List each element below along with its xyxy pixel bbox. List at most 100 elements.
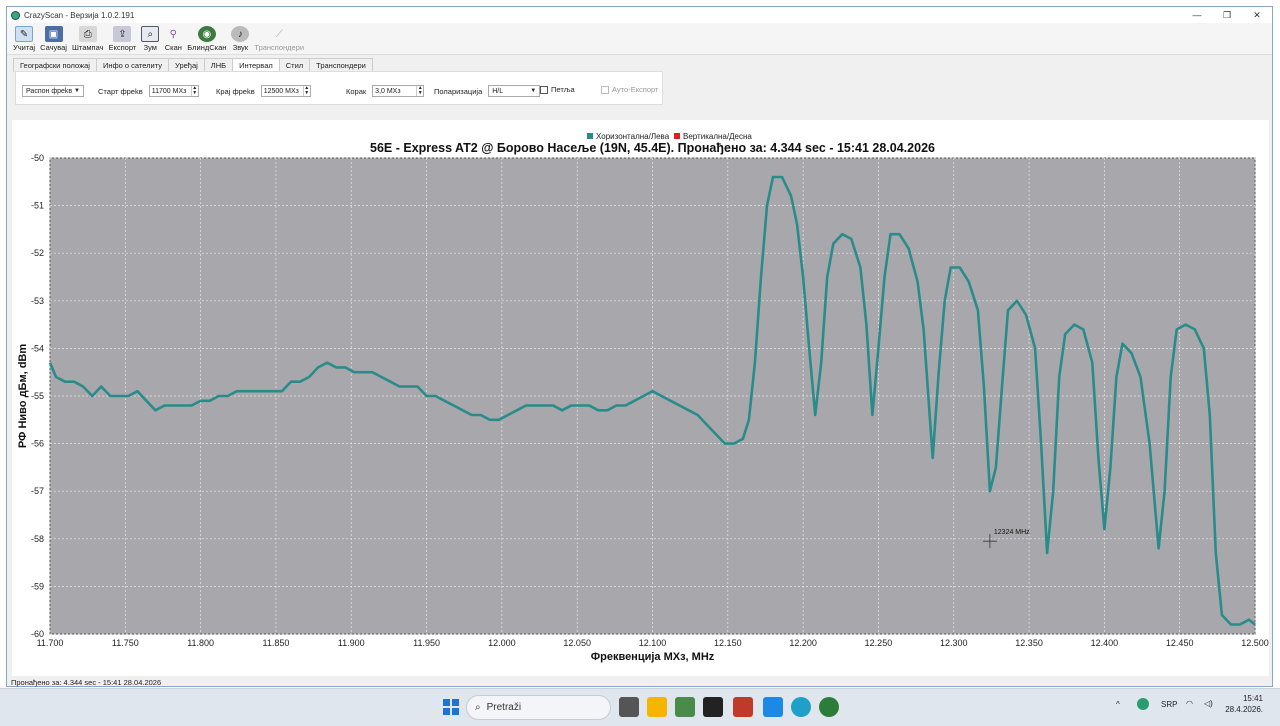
status-bar: Пронађено за: 4.344 sec - 15:41 28.04.20… [11,678,162,687]
sound-button[interactable]: ♪ Звук [231,26,250,54]
loop-checkbox[interactable]: Петља [540,85,575,94]
tab-lnb[interactable]: ЛНБ [203,58,234,72]
x-tick-label: 11.950 [413,638,440,648]
step-label: Корак [346,86,367,96]
transponders-button[interactable]: ⟋ Транспондери [254,26,304,54]
edge-browser-icon[interactable] [791,697,811,717]
solitaire-icon[interactable] [703,697,723,717]
calculator-icon[interactable] [763,697,783,717]
x-tick-label: 12.200 [789,638,817,648]
x-tick-label: 11.700 [37,638,64,648]
app-window: CrazyScan - Верзија 1.0.2.191 — ❐ ✕ ✎ Учи… [6,6,1273,687]
file-explorer-icon[interactable] [647,697,667,717]
save-button[interactable]: ▣ Сачувај [40,26,67,54]
end-freq-group: Крај фреkв 12500 MXз ▲ ▼ [216,85,311,97]
spin-arrows-icon[interactable]: ▲ ▼ [190,86,198,96]
printer-button[interactable]: ⎙ Штампач [72,26,104,54]
polarization-select[interactable]: H/L ▼ [488,85,541,97]
crazyscan-taskbar-icon[interactable] [819,697,839,717]
step-input[interactable]: 3,0 MXз ▲ ▼ [372,85,425,97]
zoom-icon: ⌕ [141,26,160,42]
x-tick-label: 12.100 [639,638,667,648]
language-indicator[interactable]: SRP [1161,700,1177,709]
export-icon: ⇪ [113,26,132,42]
clock[interactable]: 15:41 28.4.2026. [1221,693,1263,715]
scan-button[interactable]: ⚲ Скан [164,26,182,54]
y-tick-label: -60 [31,629,44,639]
step-group: Корак 3,0 MXз ▲ ▼ [346,85,425,97]
spin-arrows-icon[interactable]: ▲ ▼ [416,86,423,96]
x-tick-label: 12.000 [488,638,516,648]
onedrive-icon[interactable] [1137,698,1149,710]
tab-strip: Географски положај Инфо о сателиту Уређа… [13,58,1272,72]
tab-style[interactable]: Стил [278,58,311,72]
toolbar: ✎ Учитај ▣ Сачувај ⎙ Штампач ⇪ Експорт ⌕ Зум … [7,23,1272,55]
y-tick-label: -57 [31,486,44,496]
x-tick-label: 12.300 [940,638,968,648]
checkbox-icon[interactable] [601,85,609,94]
minimize-button[interactable]: — [1182,7,1212,23]
x-tick-label: 11.900 [338,638,365,648]
store-icon[interactable] [675,697,695,717]
spin-arrows-icon[interactable]: ▲ ▼ [302,86,310,96]
export-button[interactable]: ⇪ Експорт [109,26,136,54]
start-freq-input[interactable]: 11700 MXз ▲ ▼ [148,85,199,97]
legend-swatch-vertical [674,133,680,139]
autoexport-checkbox[interactable]: Ауто-Експорт [601,85,658,94]
x-tick-label: 12.500 [1241,638,1269,648]
open-button[interactable]: ✎ Учитај [13,26,35,54]
chart-svg[interactable]: 11.700 11.750 11.800 11.850 11.900 11.950 12.0… [12,120,1269,676]
wifi-icon[interactable]: ◠ [1186,699,1193,708]
y-tick-label: -54 [31,343,44,353]
range-select[interactable]: Распон фреkв ▼ [22,85,84,97]
volume-icon[interactable]: ◁) [1204,699,1213,708]
zoom-button[interactable]: ⌕ Зум [141,26,160,54]
y-tick-label: -55 [31,391,44,401]
cards-icon[interactable] [733,697,753,717]
legend-label-horizontal: Хоризонтална/Лева [596,132,670,141]
chevron-down-icon: ▼ [530,88,537,94]
y-tick-label: -58 [31,534,44,544]
blindscan-icon: ◉ [197,26,216,42]
window-title: CrazyScan - Верзија 1.0.2.191 [24,10,135,20]
open-icon: ✎ [15,26,34,42]
end-freq-label: Крај фреkв [216,86,255,96]
blindscan-button[interactable]: ◉ БлиндСкан [187,26,226,54]
sound-icon: ♪ [231,26,250,42]
x-axis-label: Фреквенција MXз, MHz [591,651,715,663]
x-tick-label: 12.450 [1166,638,1194,648]
x-tick-label: 11.850 [263,638,290,648]
interval-panel: Распон фреkв ▼ Старт фреkв 11700 MXз ▲ ▼ Кр… [15,71,663,105]
y-tick-label: -53 [31,296,44,306]
start-icon[interactable] [441,697,461,717]
x-tick-label: 12.350 [1015,638,1043,648]
polarization-group: Поларизација H/L ▼ [434,85,541,97]
app-logo-icon [11,10,20,20]
start-freq-label: Старт фреkв [98,86,143,96]
tab-transponders[interactable]: Транспондери [309,58,373,72]
checkbox-icon[interactable] [540,85,548,94]
end-freq-input[interactable]: 12500 MXз ▲ ▼ [260,85,311,97]
save-icon: ▣ [44,26,63,42]
legend-label-vertical: Вертикална/Десна [683,132,752,141]
tab-geo-position[interactable]: Географски положај [13,58,97,72]
y-axis-label: РФ Ниво дБм, dBm [17,344,29,449]
printer-icon: ⎙ [78,26,97,42]
tab-satellite-info[interactable]: Инфо о сателиту [95,58,170,72]
taskbar-search[interactable]: ⌕ Pretraži [466,695,611,720]
chart-title: 56E - Express AT2 @ Борово Насеље (19N, … [370,141,935,155]
tab-device[interactable]: Уређај [168,58,205,72]
tab-interval[interactable]: Интервал [232,58,280,72]
spectrum-chart[interactable]: 11.700 11.750 11.800 11.850 11.900 11.950 12.0… [12,120,1269,676]
legend-swatch-horizontal [587,133,593,139]
maximize-button[interactable]: ❐ [1212,7,1242,23]
task-view-icon[interactable] [619,697,639,717]
search-icon: ⌕ [475,702,481,713]
chevron-down-icon: ▼ [74,88,80,94]
close-button[interactable]: ✕ [1242,7,1272,23]
x-tick-label: 12.400 [1091,638,1119,648]
y-tick-label: -52 [31,248,44,258]
tray-chevron-up-icon[interactable]: ^ [1116,700,1120,709]
scan-icon: ⚲ [169,28,177,40]
polarization-label: Поларизација [434,86,483,96]
